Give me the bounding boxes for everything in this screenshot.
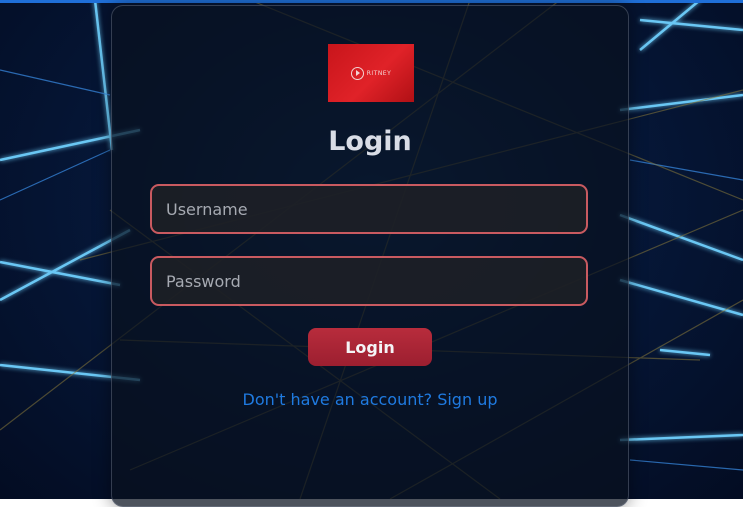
signup-link[interactable]: Don't have an account? Sign up	[112, 390, 628, 409]
brand-logo-mark: RITNEY	[350, 66, 392, 80]
page-title: Login	[328, 126, 412, 157]
top-accent-bar	[0, 0, 743, 3]
brand-logo-text: RITNEY	[366, 69, 392, 77]
brand-logo: RITNEY	[328, 44, 414, 102]
play-circle-icon	[350, 66, 364, 80]
username-input[interactable]	[150, 184, 588, 234]
password-input[interactable]	[150, 256, 588, 306]
login-card: RITNEY Login Login Don't have an account…	[111, 5, 629, 507]
login-button[interactable]: Login	[308, 328, 432, 366]
